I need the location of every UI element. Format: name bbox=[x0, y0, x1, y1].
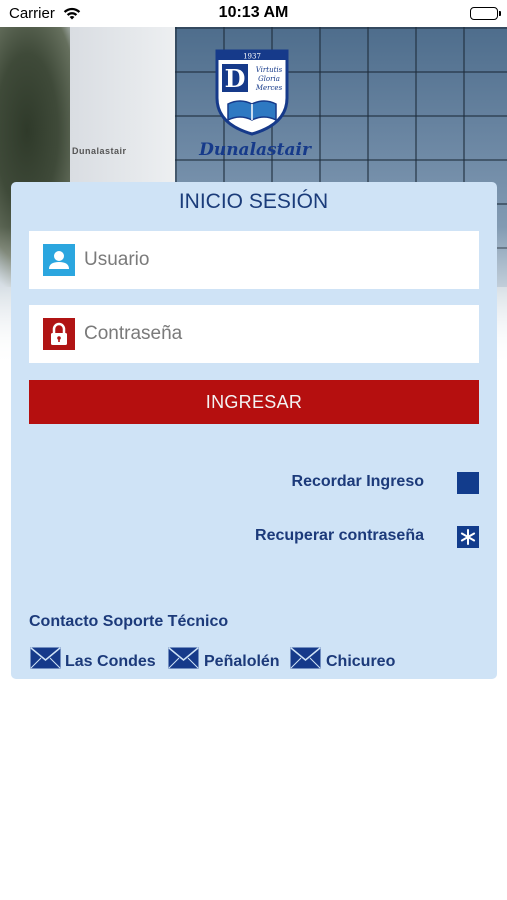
user-icon bbox=[43, 244, 75, 276]
logo-motto-2: Gloria bbox=[258, 75, 280, 83]
contact-chicureo[interactable]: Chicureo bbox=[290, 647, 405, 671]
logo-letter: D bbox=[225, 64, 246, 93]
remember-login-checkbox[interactable] bbox=[457, 472, 479, 494]
lock-icon bbox=[43, 318, 75, 350]
building-wall bbox=[70, 27, 180, 197]
status-time: 10:13 AM bbox=[218, 4, 289, 21]
login-title: INICIO SESIÓN bbox=[178, 190, 329, 213]
password-field[interactable] bbox=[29, 305, 479, 363]
username-input[interactable] bbox=[84, 231, 469, 289]
asterisk-icon[interactable] bbox=[457, 526, 479, 548]
building-sign: Dunalastair bbox=[72, 146, 127, 156]
password-input[interactable] bbox=[84, 305, 469, 363]
logo-motto-3: Merces bbox=[255, 84, 283, 92]
contact-label[interactable]: Chicureo bbox=[326, 653, 395, 671]
logo-wordmark: Dunalastair bbox=[199, 140, 311, 160]
recover-password-link[interactable]: Recuperar contraseña bbox=[200, 527, 424, 545]
contact-las-condes[interactable]: Las Condes bbox=[30, 647, 165, 671]
mail-icon bbox=[168, 647, 199, 669]
battery-icon bbox=[470, 7, 501, 20]
mail-icon bbox=[30, 647, 61, 669]
contact-label[interactable]: Peñalolén bbox=[204, 653, 280, 671]
status-bar: Carrier 10:13 AM bbox=[0, 0, 507, 27]
login-button[interactable]: INGRESAR bbox=[29, 380, 479, 424]
support-title: Contacto Soporte Técnico bbox=[29, 613, 229, 630]
logo-year: 1937 bbox=[243, 53, 261, 61]
contact-penalolen[interactable]: Peñalolén bbox=[168, 647, 288, 671]
shield-crest-icon: 1937 D Virtutis Gloria Merces bbox=[215, 49, 289, 136]
remember-login-label[interactable]: Recordar Ingreso bbox=[200, 473, 424, 491]
logo-motto-1: Virtutis bbox=[256, 66, 283, 74]
contact-label[interactable]: Las Condes bbox=[65, 653, 156, 671]
username-field[interactable] bbox=[29, 231, 479, 289]
mail-icon bbox=[290, 647, 321, 669]
